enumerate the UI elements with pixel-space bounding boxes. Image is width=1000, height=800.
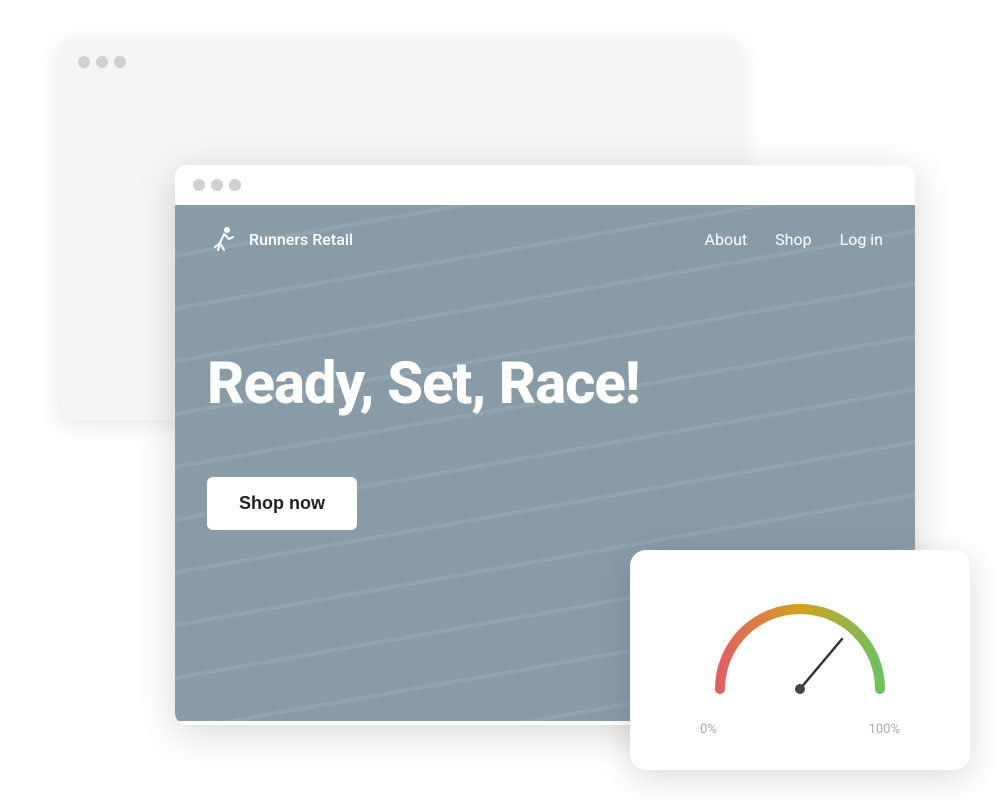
gauge-container — [700, 584, 900, 714]
nav-about[interactable]: About — [705, 230, 748, 249]
hero-section: Ready, Set, Race! Shop now — [175, 273, 915, 570]
hero-title: Ready, Set, Race! — [207, 353, 883, 417]
gauge-label-left: 0% — [700, 722, 717, 737]
traffic-lights-back — [60, 40, 740, 84]
traffic-light-3 — [114, 56, 126, 68]
nav-links: About Shop Log in — [705, 230, 883, 249]
gauge-card: 0% 100% — [630, 550, 970, 770]
runner-icon — [207, 223, 239, 255]
gauge-svg — [700, 584, 900, 714]
traffic-lights-front — [175, 165, 915, 205]
nav-login[interactable]: Log in — [840, 230, 883, 249]
site-nav: Runners Retail About Shop Log in — [175, 205, 915, 273]
nav-shop[interactable]: Shop — [775, 230, 811, 249]
shop-now-button[interactable]: Shop now — [207, 477, 357, 530]
nav-brand: Runners Retail — [207, 223, 353, 255]
traffic-light-5 — [211, 179, 223, 191]
gauge-labels: 0% 100% — [700, 722, 900, 737]
gauge-label-right: 100% — [869, 722, 900, 737]
traffic-light-2 — [96, 56, 108, 68]
traffic-light-6 — [229, 179, 241, 191]
traffic-light-1 — [78, 56, 90, 68]
brand-name: Runners Retail — [249, 230, 353, 249]
traffic-light-4 — [193, 179, 205, 191]
